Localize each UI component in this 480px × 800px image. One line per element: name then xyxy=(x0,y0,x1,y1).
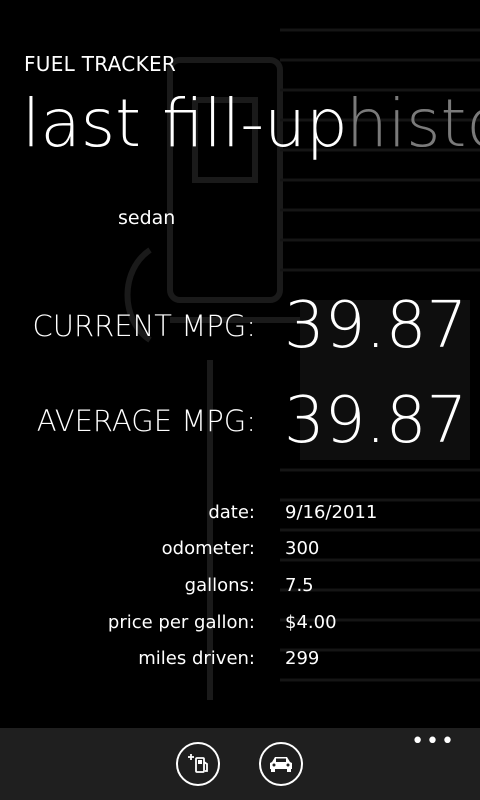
current-mpg-value: 39.87 xyxy=(284,289,468,363)
add-fillup-icon xyxy=(188,754,208,773)
detail-value: 9/16/2011 xyxy=(285,502,378,523)
detail-label: odometer: xyxy=(161,538,255,559)
detail-row-price-per-gallon: price per gallon: $4.00 xyxy=(0,612,480,642)
vehicles-button[interactable] xyxy=(259,742,303,786)
detail-value: 299 xyxy=(285,648,320,669)
app-title: FUEL TRACKER xyxy=(24,52,177,76)
app-bar: ••• xyxy=(0,728,480,800)
car-icon xyxy=(270,757,292,772)
detail-label: miles driven: xyxy=(138,648,255,669)
detail-label: gallons: xyxy=(184,575,255,596)
detail-row-odometer: odometer: 300 xyxy=(0,538,480,568)
detail-value: $4.00 xyxy=(285,612,337,633)
detail-value: 7.5 xyxy=(285,575,314,596)
more-options-ellipsis-icon[interactable]: ••• xyxy=(411,731,456,753)
detail-label: price per gallon: xyxy=(107,612,255,633)
detail-row-miles-driven: miles driven: 299 xyxy=(0,648,480,678)
pivot-tab-last-fill-up[interactable]: last fill-up xyxy=(22,80,348,168)
screen: FUEL TRACKER : last fill-up history seda… xyxy=(0,0,480,800)
detail-row-gallons: gallons: 7.5 xyxy=(0,575,480,605)
pivot-tab-history[interactable]: history xyxy=(346,80,480,168)
add-fillup-button[interactable] xyxy=(176,742,220,786)
average-mpg-label: AVERAGE MPG: xyxy=(36,404,256,438)
detail-value: 300 xyxy=(285,538,320,559)
average-mpg-value: 39.87 xyxy=(284,384,468,458)
current-mpg-label: CURRENT MPG: xyxy=(32,309,256,343)
pivot-headers: : last fill-up history xyxy=(0,80,480,170)
detail-row-date: date: 9/16/2011 xyxy=(0,502,480,532)
detail-label: date: xyxy=(208,502,255,523)
vehicle-name: sedan xyxy=(118,207,176,229)
